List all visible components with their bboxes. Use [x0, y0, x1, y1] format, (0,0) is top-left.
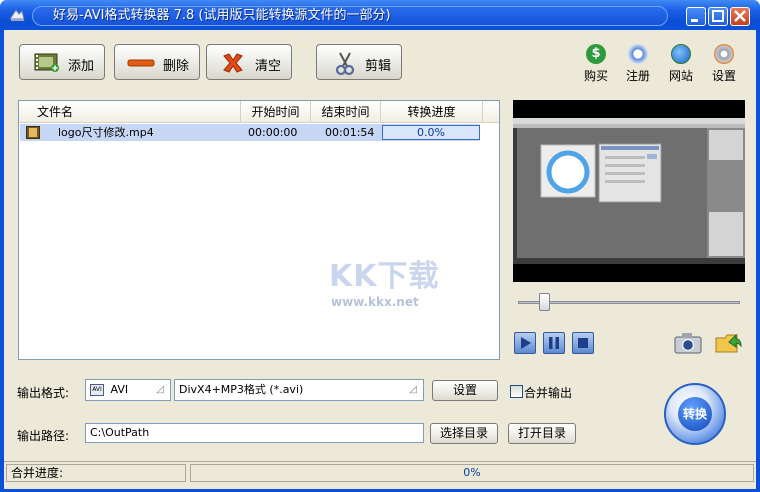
play-button[interactable]: [514, 332, 536, 354]
minus-icon: [127, 59, 155, 67]
globe-icon: [671, 44, 691, 64]
status-bar: 合并进度: 0%: [4, 461, 756, 483]
convert-button[interactable]: 转换: [664, 383, 726, 445]
add-label: 添加: [68, 59, 95, 74]
format-select-value: AVI: [110, 383, 129, 396]
website-label: 网站: [668, 69, 693, 83]
pause-button[interactable]: [543, 332, 565, 354]
delete-label: 删除: [163, 59, 190, 74]
register-label: 注册: [625, 69, 650, 83]
video-preview: [513, 100, 745, 282]
merge-output-checkbox[interactable]: [510, 385, 523, 398]
film-file-icon: [26, 126, 40, 139]
open-folder-icon[interactable]: [715, 330, 743, 356]
choose-directory-button[interactable]: 选择目录: [430, 423, 498, 444]
play-icon: [521, 337, 531, 349]
buy-label: 购买: [583, 69, 608, 83]
register-tool[interactable]: 注册: [618, 44, 658, 84]
convert-label: 转换: [678, 397, 712, 431]
clear-button[interactable]: 清空: [206, 44, 292, 80]
file-list[interactable]: 文件名 开始时间 结束时间 转换进度 logo尺寸修改.mp4 00:00:00…: [18, 100, 500, 360]
film-add-icon: [34, 53, 59, 72]
minimize-icon: [691, 19, 698, 22]
format-select[interactable]: AVI AVI ◿: [85, 379, 171, 401]
x-clear-icon: [223, 53, 243, 73]
gear-icon: [714, 44, 734, 64]
open-directory-button[interactable]: 打开目录: [508, 423, 576, 444]
close-button[interactable]: [730, 7, 750, 26]
merge-progress-bar: 0%: [190, 464, 754, 482]
register-key-icon: [628, 44, 648, 64]
codec-select[interactable]: DivX4+MP3格式 (*.avi) ◿: [174, 379, 424, 401]
merge-output-label: 合并输出: [524, 386, 573, 400]
title-bar[interactable]: 好易-AVI格式转换器 7.8 (试用版只能转换源文件的一部分): [0, 0, 760, 30]
row-filename: logo尺寸修改.mp4: [58, 126, 154, 139]
settings-label: 设置: [711, 69, 736, 83]
minimize-button[interactable]: [686, 7, 706, 26]
row-progress-bar: 0.0%: [382, 125, 480, 140]
dollar-icon: $: [586, 44, 606, 64]
merge-progress-text: 0%: [463, 466, 481, 479]
stop-button[interactable]: [572, 332, 594, 354]
app-icon: [9, 9, 25, 21]
column-filename[interactable]: 文件名: [19, 101, 241, 123]
scissors-icon: [335, 52, 355, 76]
buy-tool[interactable]: $ 购买: [576, 44, 616, 84]
seek-slider-thumb[interactable]: [539, 293, 551, 311]
row-progress-text: 0.0%: [417, 126, 445, 139]
merge-progress-label: 合并进度:: [6, 464, 186, 482]
row-start-time: 00:00:00: [248, 126, 298, 139]
column-end-time[interactable]: 结束时间: [311, 101, 381, 123]
chevron-down-icon: ◿: [156, 384, 164, 395]
stop-icon: [578, 338, 588, 348]
table-row[interactable]: logo尺寸修改.mp4 00:00:00 00:01:54 0.0%: [20, 124, 480, 141]
output-path-input[interactable]: C:\OutPath: [85, 423, 424, 443]
preview-frame: [513, 118, 745, 264]
delete-button[interactable]: 删除: [114, 44, 200, 80]
add-button[interactable]: 添加: [19, 44, 105, 80]
column-filler: [483, 101, 499, 123]
codec-select-value: DivX4+MP3格式 (*.avi): [179, 383, 304, 396]
column-start-time[interactable]: 开始时间: [241, 101, 311, 123]
avi-format-icon: AVI: [90, 384, 104, 396]
format-settings-button[interactable]: 设置: [432, 380, 498, 401]
watermark: KK下载 www.kkx.net: [329, 251, 440, 309]
column-progress[interactable]: 转换进度: [381, 101, 483, 123]
website-tool[interactable]: 网站: [661, 44, 701, 84]
file-list-header: 文件名 开始时间 结束时间 转换进度: [19, 101, 499, 123]
close-icon: [734, 10, 746, 22]
clear-label: 清空: [255, 59, 282, 74]
camera-icon[interactable]: [674, 332, 702, 354]
app-window: 好易-AVI格式转换器 7.8 (试用版只能转换源文件的一部分) 添加 删除 清…: [0, 0, 760, 492]
maximize-button[interactable]: [708, 7, 728, 26]
cut-button[interactable]: 剪辑: [316, 44, 402, 80]
cut-label: 剪辑: [365, 59, 392, 74]
client-area: 添加 删除 清空 剪辑 $ 购买 注册 网站 设置 文件名 开始时间 结束时间 …: [4, 30, 756, 489]
settings-tool[interactable]: 设置: [704, 44, 744, 84]
output-format-label: 输出格式:: [17, 386, 70, 400]
watermark-url: www.kkx.net: [331, 295, 419, 309]
maximize-icon: [712, 10, 724, 22]
watermark-logo: KK下载: [329, 259, 440, 294]
output-path-label: 输出路径:: [17, 429, 70, 443]
row-end-time: 00:01:54: [325, 126, 375, 139]
pause-icon: [549, 337, 559, 349]
seek-slider[interactable]: [518, 301, 740, 304]
window-title: 好易-AVI格式转换器 7.8 (试用版只能转换源文件的一部分): [32, 6, 668, 26]
chevron-down-icon: ◿: [409, 384, 417, 395]
